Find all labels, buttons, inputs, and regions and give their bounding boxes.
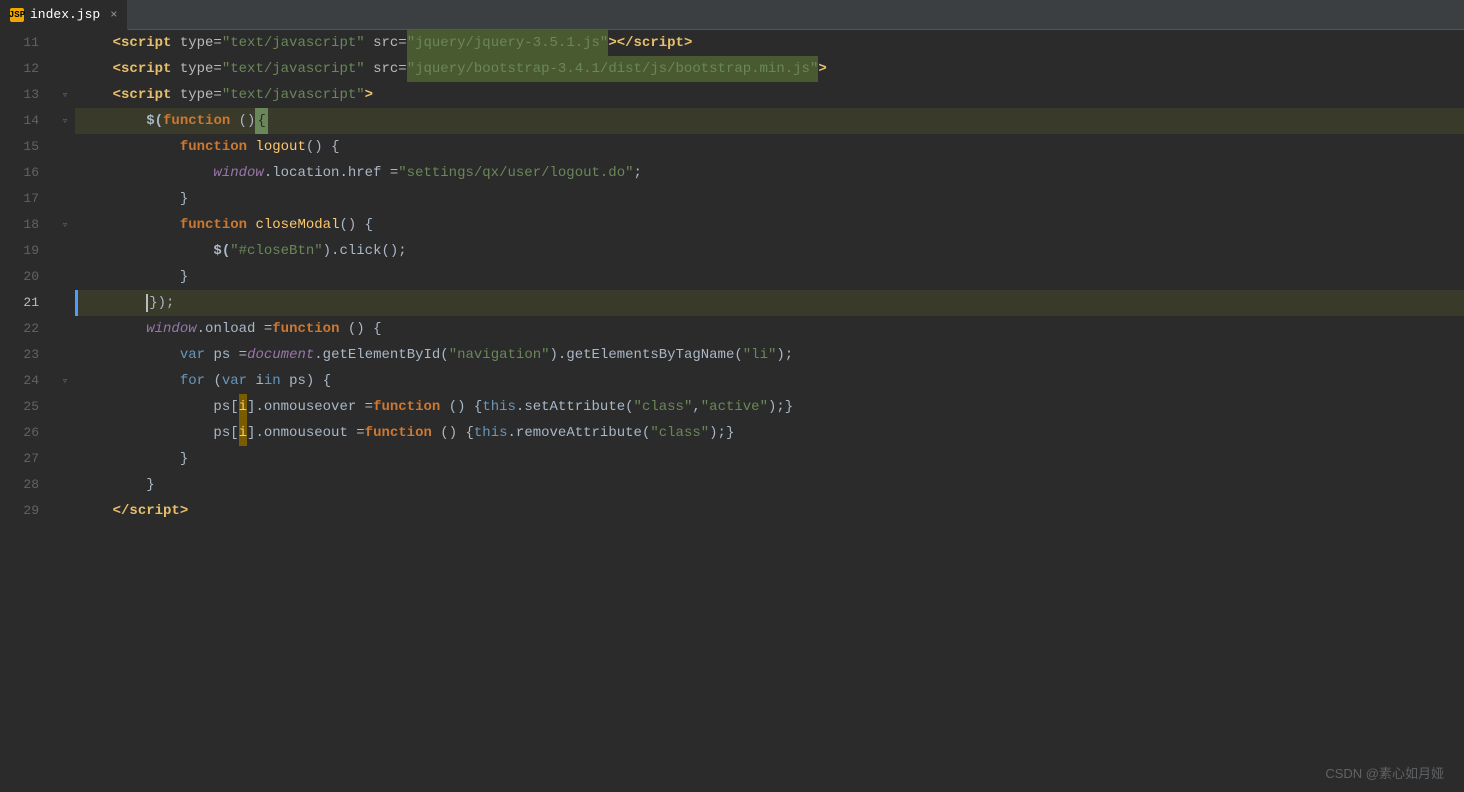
code-line-28: } xyxy=(75,472,1464,498)
line-num-11: 11 xyxy=(0,30,47,56)
fold-16 xyxy=(55,160,75,186)
line-num-18: 18 xyxy=(0,212,47,238)
tab-close-button[interactable]: × xyxy=(110,8,117,22)
fold-23 xyxy=(55,342,75,368)
line-num-16: 16 xyxy=(0,160,47,186)
line-num-17: 17 xyxy=(0,186,47,212)
line-num-29: 29 xyxy=(0,498,47,524)
fold-14[interactable]: ▿ xyxy=(55,108,75,134)
line-num-23: 23 xyxy=(0,342,47,368)
fold-27 xyxy=(55,446,75,472)
code-area: 11 12 13 14 15 16 17 18 19 20 21 22 23 2… xyxy=(0,30,1464,792)
code-line-20: } xyxy=(75,264,1464,290)
code-line-19: $( "#closeBtn" ).click(); xyxy=(75,238,1464,264)
line-num-13: 13 xyxy=(0,82,47,108)
fold-12 xyxy=(55,56,75,82)
active-tab[interactable]: JSP index.jsp × xyxy=(0,0,128,30)
fold-18[interactable]: ▿ xyxy=(55,212,75,238)
code-line-24: for ( var i in ps) { xyxy=(75,368,1464,394)
code-line-21: }); xyxy=(75,290,1464,316)
code-line-13: <script type="text/javascript" > xyxy=(75,82,1464,108)
fold-20 xyxy=(55,264,75,290)
line-num-28: 28 xyxy=(0,472,47,498)
line-num-12: 12 xyxy=(0,56,47,82)
line-num-22: 22 xyxy=(0,316,47,342)
active-line-indicator xyxy=(75,290,78,316)
code-line-17: } xyxy=(75,186,1464,212)
editor-container: JSP index.jsp × 11 12 13 14 15 16 17 18 … xyxy=(0,0,1464,792)
line-numbers: 11 12 13 14 15 16 17 18 19 20 21 22 23 2… xyxy=(0,30,55,792)
line-num-25: 25 xyxy=(0,394,47,420)
tab-filename: index.jsp xyxy=(30,7,100,22)
code-line-26: ps[ i ].onmouseout = function () { this … xyxy=(75,420,1464,446)
tab-bar: JSP index.jsp × xyxy=(0,0,1464,30)
code-line-16: window .location.href = "settings/qx/use… xyxy=(75,160,1464,186)
code-line-23: var ps = document .getElementById( "navi… xyxy=(75,342,1464,368)
fold-11 xyxy=(55,30,75,56)
fold-17 xyxy=(55,186,75,212)
code-line-27: } xyxy=(75,446,1464,472)
code-line-14: $(function () { xyxy=(75,108,1464,134)
code-line-29: </script> xyxy=(75,498,1464,524)
line-num-27: 27 xyxy=(0,446,47,472)
fold-24[interactable]: ▿ xyxy=(55,368,75,394)
line-num-24: 24 xyxy=(0,368,47,394)
fold-21 xyxy=(55,290,75,316)
code-lines: <script type="text/javascript" src="jque… xyxy=(75,30,1464,524)
line-num-21: 21 xyxy=(0,290,47,316)
code-line-12: <script type="text/javascript" src="jque… xyxy=(75,56,1464,82)
code-line-22: window .onload = function () { xyxy=(75,316,1464,342)
gutter: ▿ ▿ ▿ ▿ xyxy=(55,30,75,792)
tab-icon: JSP xyxy=(10,8,24,22)
code-line-25: ps[ i ].onmouseover = function () { this… xyxy=(75,394,1464,420)
code-content[interactable]: <script type="text/javascript" src="jque… xyxy=(75,30,1464,792)
line-num-19: 19 xyxy=(0,238,47,264)
fold-25 xyxy=(55,394,75,420)
fold-28 xyxy=(55,472,75,498)
code-line-18: function closeModal () { xyxy=(75,212,1464,238)
watermark: CSDN @素心如月娅 xyxy=(1325,763,1444,782)
fold-29 xyxy=(55,498,75,524)
code-line-11: <script type="text/javascript" src="jque… xyxy=(75,30,1464,56)
line-num-26: 26 xyxy=(0,420,47,446)
line-num-14: 14 xyxy=(0,108,47,134)
line-num-20: 20 xyxy=(0,264,47,290)
fold-22 xyxy=(55,316,75,342)
text-cursor xyxy=(146,294,148,312)
fold-15 xyxy=(55,134,75,160)
fold-19 xyxy=(55,238,75,264)
line-num-15: 15 xyxy=(0,134,47,160)
code-line-15: function logout () { xyxy=(75,134,1464,160)
fold-13[interactable]: ▿ xyxy=(55,82,75,108)
fold-26 xyxy=(55,420,75,446)
